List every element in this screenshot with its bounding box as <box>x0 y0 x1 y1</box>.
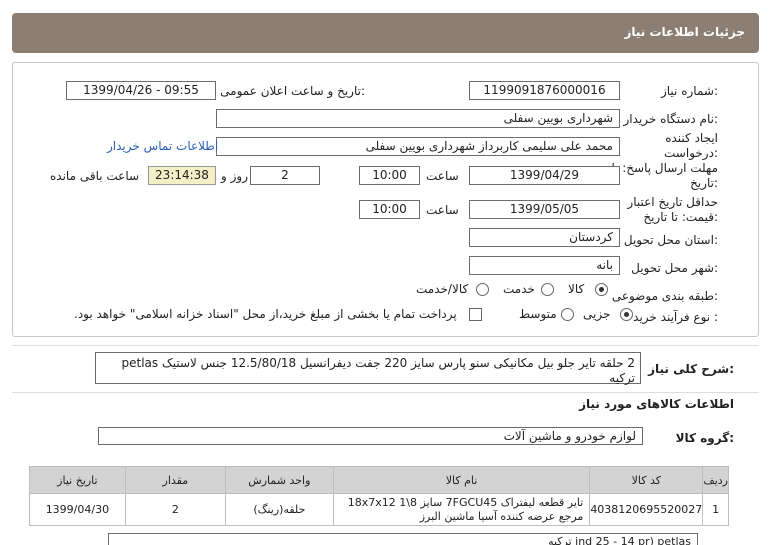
col-need-date: تاریخ نیاز <box>29 466 126 494</box>
treasury-note: پرداخت تمام یا بخشی از مبلغ خرید،از محل … <box>74 307 457 321</box>
buyer-contact-link[interactable]: اطلاعات تماس خریدار <box>107 139 218 153</box>
cell-quantity: 2 <box>124 493 226 526</box>
province-field: کردستان <box>469 228 620 247</box>
process-radio-minor[interactable] <box>620 308 633 321</box>
category-radio-goods[interactable] <box>595 283 608 296</box>
process-label: نوع فرآیند خرید : <box>633 310 718 324</box>
table-header-row: تاریخ نیاز مقدار واحد شمارش نام کالا کد … <box>29 466 729 494</box>
city-label: شهر محل تحویل: <box>631 261 718 275</box>
col-quantity: مقدار <box>124 466 226 494</box>
province-label: استان محل تحویل: <box>623 233 718 247</box>
buyer-org-field: شهرداری بویین سفلی <box>216 109 620 128</box>
creator-field: محمد علی سلیمی کاربرداز شهرداری بویین سف… <box>216 137 620 156</box>
reply-date-field: 1399/04/29 <box>469 166 620 185</box>
reply-time-label: ساعت <box>426 169 459 183</box>
validity-date-field: 1399/05/05 <box>469 200 620 219</box>
page-title: جزئیات اطلاعات نیاز <box>624 25 745 39</box>
col-row: ردیف <box>702 466 729 494</box>
section-divider <box>12 345 759 346</box>
goods-table: تاریخ نیاز مقدار واحد شمارش نام کالا کد … <box>29 466 729 526</box>
need-number-field: 1199091876000016 <box>469 81 620 100</box>
process-option-medium: متوسط <box>519 307 557 321</box>
category-label: طبقه بندی موضوعی: <box>611 289 718 303</box>
col-goods-code: کد کالا <box>589 466 704 494</box>
remaining-label: ساعت باقی مانده <box>50 169 140 183</box>
validity-time-field: 10:00 <box>359 200 420 219</box>
table-row: 1399/04/30 2 (رینگ)حلقه تایر قطعه لیفترا… <box>29 493 729 526</box>
col-unit: واحد شمارش <box>224 466 334 494</box>
need-number-label: شماره نیاز: <box>660 84 718 98</box>
treasury-checkbox[interactable] <box>469 308 482 321</box>
reply-time-field: 10:00 <box>359 166 420 185</box>
buyer-org-label: نام دستگاه خریدار: <box>623 112 719 126</box>
reply-days-field: 2 <box>250 166 320 185</box>
group-label: گروه کالا: <box>675 431 734 445</box>
description-field: 2 حلقه تایر جلو بیل مکانیکی سنو پارس سای… <box>95 352 641 385</box>
goods-section-title: اطلاعات کالاهای مورد نیاز <box>579 397 734 411</box>
bottom-description-field: ind 25 - 14 pr) petlas ترکیه <box>108 533 698 545</box>
cell-goods-name: تایر قطعه لیفتراک 7FGCU45 سایز 8\1 18x7x… <box>332 493 591 526</box>
page-header: جزئیات اطلاعات نیاز <box>12 13 759 53</box>
process-option-minor: جزیی <box>583 307 611 321</box>
cell-unit: (رینگ)حلقه <box>224 493 334 526</box>
cell-row: 1 <box>702 493 729 526</box>
validity-time-label: ساعت <box>426 203 459 217</box>
description-label: شرح کلی نیاز: <box>648 362 734 376</box>
process-radio-medium[interactable] <box>561 308 574 321</box>
remaining-time-field: 23:14:38 <box>148 166 216 185</box>
announce-label: تاریخ و ساعت اعلان عمومی: <box>220 84 365 98</box>
category-option-goods: کالا <box>568 282 585 296</box>
reply-deadline-label: مهلت ارسال پاسخ: تا تاریخ: <box>611 161 718 190</box>
cell-goods-code: 4038120695520027 <box>589 493 704 526</box>
col-goods-name: نام کالا <box>332 466 591 494</box>
days-label: روز و <box>221 169 248 183</box>
price-validity-label: حداقل تاریخ اعتبار قیمت: تا تاریخ: <box>627 195 718 224</box>
category-radio-service[interactable] <box>541 283 554 296</box>
city-field: بانه <box>469 256 620 275</box>
section-divider <box>12 392 759 393</box>
category-option-both: کالا/خدمت <box>416 282 469 296</box>
creator-label: ایجاد کننده درخواست: <box>664 131 718 160</box>
announce-field: 1399/04/26 - 09:55 <box>66 81 216 100</box>
category-radio-both[interactable] <box>476 283 489 296</box>
category-option-service: خدمت <box>503 282 535 296</box>
group-field: لوازم خودرو و ماشین آلات <box>98 427 643 445</box>
cell-need-date: 1399/04/30 <box>29 493 126 526</box>
